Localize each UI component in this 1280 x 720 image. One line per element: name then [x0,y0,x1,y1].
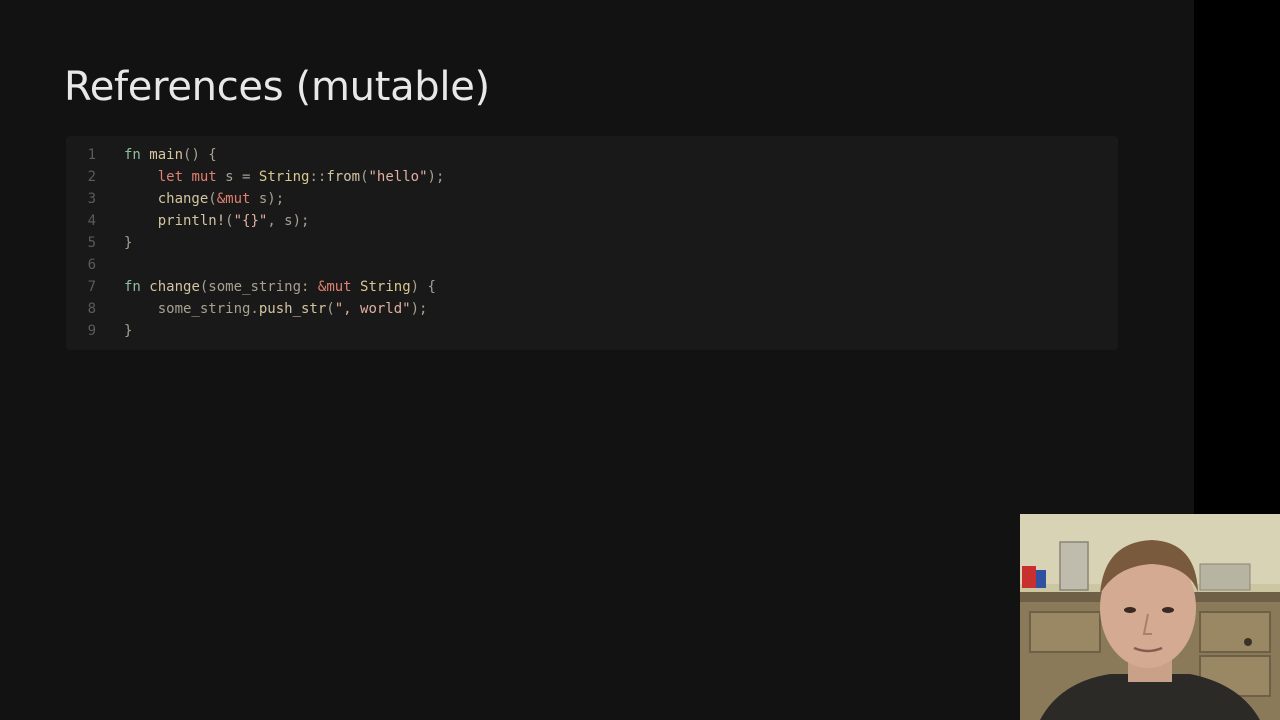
code-token: ( [326,301,335,317]
code-token: ( [208,191,217,207]
code-text: let mut s = String::from("hello"); [124,166,445,188]
code-token: fn [124,279,141,295]
code-token: s = [216,169,259,185]
code-token: ); [410,301,428,317]
code-token: , s); [267,213,310,229]
code-text: some_string.push_str(", world"); [124,298,428,320]
code-block: 1 fn main() {2 let mut s = String::from("… [66,136,1118,350]
code-token: ); [427,169,445,185]
code-token: some_string. [124,301,259,317]
code-text: fn main() { [124,144,217,166]
code-text: } [124,232,132,254]
line-number: 6 [87,257,96,273]
presenter-webcam-overlay [1020,514,1280,720]
code-token: push_str [258,301,327,317]
line-number: 9 [87,323,96,339]
line-number: 4 [87,213,96,229]
code-token: main [149,147,184,163]
line-number: 2 [87,169,96,185]
code-line: 9} [66,320,1118,342]
code-text: } [124,320,132,342]
code-token: println! [157,213,226,229]
code-token: } [124,323,133,339]
line-number: 8 [87,301,96,317]
code-token: change [149,279,200,295]
code-token: s); [250,191,285,207]
code-token: () { [183,147,217,163]
code-line: 6 [66,254,1118,276]
presentation-slide: References (mutable) 1 fn main() {2 let m… [0,0,1194,720]
line-number: 1 [87,147,96,163]
code-token: ( [360,169,369,185]
code-token: "hello" [368,169,428,185]
code-token: let [157,169,184,185]
code-token: mut [191,169,217,185]
code-line: 5} [66,232,1118,254]
code-line: 2 let mut s = String::from("hello"); [66,166,1118,188]
code-line: 3 change(&mut s); [66,188,1118,210]
code-token: ) { [410,279,436,295]
code-line: 4 println!("{}", s); [66,210,1118,232]
code-line: 1 fn main() { [66,144,1118,166]
code-token: "{}" [233,213,268,229]
code-text: println!("{}", s); [124,210,310,232]
code-token: change [157,191,209,207]
code-token: } [124,235,133,251]
line-number: 3 [87,191,96,207]
code-token: from [326,169,361,185]
code-token: ( [225,213,234,229]
code-token: :: [309,169,327,185]
line-number: 5 [87,235,96,251]
code-text: change(&mut s); [124,188,284,210]
code-line: 8 some_string.push_str(", world"); [66,298,1118,320]
code-token: ", world" [334,301,411,317]
slide-title: References (mutable) [64,64,490,110]
code-token: fn [124,147,141,163]
code-token: String [258,169,310,185]
code-text: fn change(some_string: &mut String) { [124,276,436,298]
code-token: &mut [317,279,352,295]
code-token: &mut [216,191,251,207]
code-line: 7 fn change(some_string: &mut String) { [66,276,1118,298]
code-token: (some_string: [199,279,318,295]
presenter-video-icon [1020,514,1280,720]
code-token: String [360,279,411,295]
line-number: 7 [87,279,96,295]
